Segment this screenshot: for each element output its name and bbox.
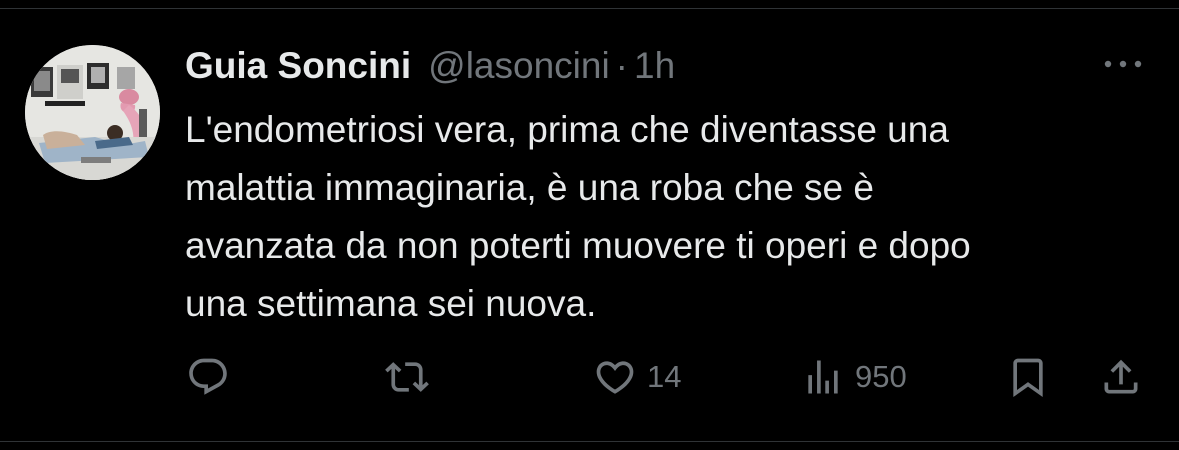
tweet-text: L'endometriosi vera, prima che diventass… bbox=[185, 109, 971, 324]
avatar[interactable] bbox=[25, 45, 160, 180]
tweet-header: Guia Soncini @lasoncini · 1h bbox=[185, 44, 675, 88]
views-button[interactable]: 950 bbox=[801, 355, 907, 399]
views-count: 950 bbox=[855, 359, 907, 394]
like-count: 14 bbox=[647, 359, 682, 394]
tweet-timestamp[interactable]: 1h bbox=[634, 44, 675, 88]
author-handle[interactable]: @lasoncini bbox=[428, 44, 610, 88]
top-divider bbox=[0, 8, 1179, 9]
bookmark-button[interactable] bbox=[1006, 355, 1050, 399]
share-icon bbox=[1104, 359, 1138, 394]
bookmark-icon bbox=[1013, 358, 1043, 398]
more-options-button[interactable] bbox=[1098, 52, 1148, 76]
retweet-icon bbox=[385, 362, 429, 392]
share-button[interactable] bbox=[1099, 355, 1143, 399]
retweet-button[interactable] bbox=[385, 355, 439, 399]
author-display-name[interactable]: Guia Soncini bbox=[185, 44, 411, 88]
more-dots-icon bbox=[1104, 60, 1142, 68]
like-button[interactable]: 14 bbox=[593, 355, 681, 399]
separator-dot: · bbox=[615, 45, 628, 86]
tweet[interactable]: Guia Soncini @lasoncini · 1h L'endometri… bbox=[0, 0, 1179, 450]
bottom-divider bbox=[0, 441, 1179, 442]
views-chart-icon bbox=[808, 360, 838, 394]
heart-icon bbox=[596, 361, 634, 394]
reply-icon bbox=[189, 358, 227, 395]
reply-button[interactable] bbox=[186, 355, 240, 399]
profile-photo bbox=[25, 45, 160, 180]
